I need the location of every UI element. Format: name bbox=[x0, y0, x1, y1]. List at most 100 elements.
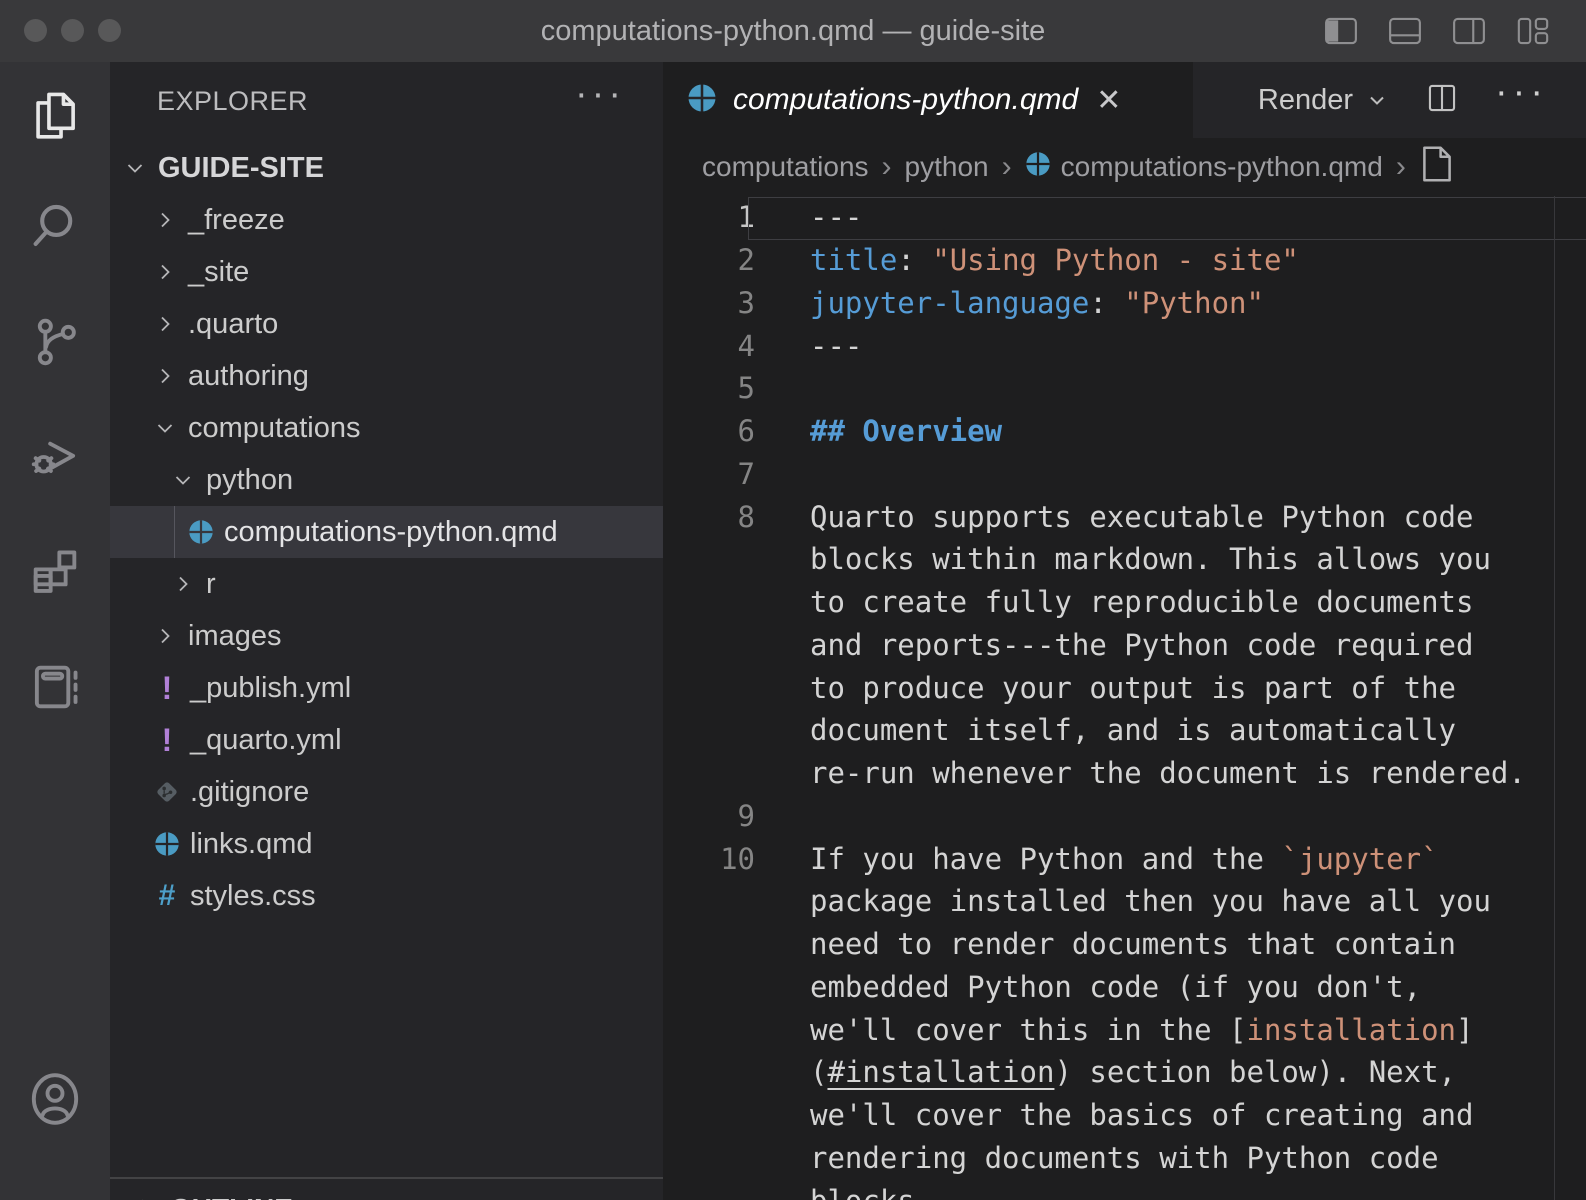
tab-computations-python[interactable]: computations-python.qmd ✕ bbox=[663, 62, 1193, 138]
code-text: title: "Using Python - site" bbox=[810, 243, 1299, 277]
extensions-icon[interactable] bbox=[0, 538, 110, 608]
tree-item-images[interactable]: images bbox=[110, 610, 663, 662]
tree-item-authoring[interactable]: authoring bbox=[110, 350, 663, 402]
yaml-icon: ! bbox=[154, 673, 180, 703]
breadcrumb-separator: › bbox=[882, 150, 892, 184]
sidebar-more-actions-icon[interactable]: ··· bbox=[575, 89, 625, 99]
code-text: rendering documents with Python code bbox=[810, 1141, 1439, 1175]
line-number: 8 bbox=[663, 500, 755, 534]
tree-item--site[interactable]: _site bbox=[110, 246, 663, 298]
split-editor-icon[interactable] bbox=[1425, 81, 1459, 120]
css-icon: # bbox=[154, 881, 180, 911]
chevron-down-icon bbox=[1365, 88, 1389, 112]
code-text: blocks within markdown. This allows you bbox=[810, 542, 1491, 576]
tree-item-label: _freeze bbox=[188, 204, 285, 237]
tree-root-guide-site[interactable]: GUIDE-SITE bbox=[110, 142, 663, 194]
tree-item-label: authoring bbox=[188, 360, 309, 393]
outline-section-header[interactable]: OUTLINE bbox=[110, 1183, 663, 1200]
editor-actions: Render ··· bbox=[1258, 62, 1586, 138]
git-icon bbox=[154, 777, 180, 807]
tree-item--freeze[interactable]: _freeze bbox=[110, 194, 663, 246]
code-line-10: 10If you have Python and the `jupyter` bbox=[663, 837, 1586, 880]
code-line-wrap: blocks within markdown. This allows you bbox=[663, 538, 1586, 581]
tree-item-label: _site bbox=[188, 256, 249, 289]
code-text: --- bbox=[810, 329, 862, 363]
code-line-wrap: package installed then you have all you bbox=[663, 880, 1586, 923]
line-number: 3 bbox=[663, 286, 755, 320]
code-line-4: 4 --- bbox=[663, 324, 1586, 367]
toggle-sidebar-icon[interactable] bbox=[1324, 16, 1358, 46]
source-control-icon[interactable] bbox=[0, 307, 110, 377]
code-line-3: 3 jupyter-language: "Python" bbox=[663, 282, 1586, 325]
code-text: Quarto supports executable Python code bbox=[810, 500, 1473, 534]
tree-item-styles-css[interactable]: # styles.css bbox=[110, 870, 663, 922]
code-text: package installed then you have all you bbox=[810, 884, 1491, 918]
code-line-wrap: to create fully reproducible documents bbox=[663, 581, 1586, 624]
code-line-wrap: need to render documents that contain bbox=[663, 923, 1586, 966]
toggle-secondary-sidebar-icon[interactable] bbox=[1452, 16, 1486, 46]
code-line-wrap: re-run whenever the document is rendered… bbox=[663, 752, 1586, 795]
files-icon[interactable] bbox=[0, 80, 110, 150]
tree-item-label: r bbox=[206, 568, 216, 601]
chevron-right-icon bbox=[154, 361, 176, 391]
tree-item-label: GUIDE-SITE bbox=[158, 152, 324, 185]
quarto-icon bbox=[154, 829, 180, 859]
tree-item--quarto-yml[interactable]: !_quarto.yml bbox=[110, 714, 663, 766]
tree-item-label: links.qmd bbox=[190, 828, 313, 861]
close-tab-icon[interactable]: ✕ bbox=[1096, 83, 1121, 118]
code-line-wrap: document itself, and is automatically bbox=[663, 709, 1586, 752]
tree-item-r[interactable]: r bbox=[110, 558, 663, 610]
breadcrumb-item-computations-python-qmd[interactable]: computations-python.qmd bbox=[1025, 151, 1383, 184]
customize-layout-icon[interactable] bbox=[1516, 16, 1550, 46]
breadcrumb-item-computations[interactable]: computations bbox=[702, 151, 869, 183]
code-text: we'll cover this in the [installation] bbox=[810, 1013, 1473, 1047]
tree-item--gitignore[interactable]: .gitignore bbox=[110, 766, 663, 818]
debug-icon[interactable] bbox=[0, 422, 110, 492]
breadcrumb-item-python[interactable]: python bbox=[905, 151, 989, 183]
line-number: 1 bbox=[663, 200, 755, 234]
tree-item-label: .quarto bbox=[188, 308, 278, 341]
search-icon[interactable] bbox=[0, 192, 110, 262]
line-number: 2 bbox=[663, 243, 755, 277]
tree-item--quarto[interactable]: .quarto bbox=[110, 298, 663, 350]
code-line-wrap: we'll cover this in the [installation] bbox=[663, 1008, 1586, 1051]
activity-bar bbox=[0, 62, 110, 1200]
tree-item-label: python bbox=[206, 464, 293, 497]
toggle-panel-icon[interactable] bbox=[1388, 16, 1422, 46]
code-text: document itself, and is automatically bbox=[810, 713, 1456, 747]
code-line-wrap: rendering documents with Python code bbox=[663, 1137, 1586, 1180]
tab-bar: computations-python.qmd ✕ Render ··· bbox=[663, 62, 1586, 138]
code-line-9: 9 bbox=[663, 795, 1586, 838]
line-number: 9 bbox=[663, 799, 755, 833]
code-text: jupyter-language: "Python" bbox=[810, 286, 1264, 320]
code-text: blocks bbox=[810, 1184, 915, 1200]
chevron-right-icon bbox=[154, 257, 176, 287]
code-line-2: 2 title: "Using Python - site" bbox=[663, 239, 1586, 282]
tree-item--publish-yml[interactable]: !_publish.yml bbox=[110, 662, 663, 714]
chevron-right-icon bbox=[154, 621, 176, 651]
tree-item-computations-python-qmd[interactable]: computations-python.qmd bbox=[110, 506, 663, 558]
render-button[interactable]: Render bbox=[1258, 84, 1389, 117]
chevron-down-icon bbox=[154, 413, 176, 443]
notebook-icon[interactable] bbox=[0, 652, 110, 722]
chevron-right-icon bbox=[172, 569, 194, 599]
chevron-right-icon bbox=[154, 309, 176, 339]
line-number: 4 bbox=[663, 329, 755, 363]
tree-item-label: styles.css bbox=[190, 880, 316, 913]
code-line-wrap: (#installation) section below). Next, bbox=[663, 1051, 1586, 1094]
more-actions-icon[interactable]: ··· bbox=[1495, 87, 1548, 97]
tree-item-computations[interactable]: computations bbox=[110, 402, 663, 454]
quarto-file-icon bbox=[1025, 151, 1051, 184]
breadcrumb-separator: › bbox=[1396, 150, 1406, 184]
code-text: to produce your output is part of the bbox=[810, 671, 1456, 705]
code-text: ## Overview bbox=[810, 414, 1002, 448]
tree-item-links-qmd[interactable]: links.qmd bbox=[110, 818, 663, 870]
file-icon bbox=[1419, 144, 1455, 191]
account-icon[interactable] bbox=[0, 1064, 110, 1134]
code-editor[interactable]: 1 --- 2 title: "Using Python - site" 3 jupyte… bbox=[663, 196, 1586, 1200]
line-number: 7 bbox=[663, 457, 755, 491]
explorer-sidebar: EXPLORER ··· GUIDE-SITE_freeze_site.quar… bbox=[110, 62, 663, 1200]
tree-item-label: _quarto.yml bbox=[190, 724, 342, 757]
tree-item-python[interactable]: python bbox=[110, 454, 663, 506]
line-number: 5 bbox=[663, 371, 755, 405]
